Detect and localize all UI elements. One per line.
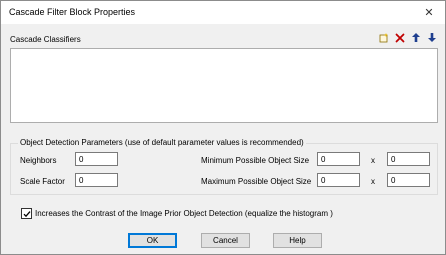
min-times-sign: x (371, 156, 375, 165)
classifiers-toolbar (379, 32, 437, 43)
detection-parameters-group: Object Detection Parameters (use of defa… (10, 138, 438, 195)
neighbors-field[interactable] (75, 152, 118, 166)
close-icon: ✕ (424, 7, 434, 19)
max-times-sign: x (371, 177, 375, 186)
max-height-field[interactable] (387, 173, 430, 187)
ok-button[interactable]: OK (128, 233, 177, 248)
max-width-field[interactable] (317, 173, 360, 187)
title-bar: Cascade Filter Block Properties ✕ (1, 1, 445, 24)
help-button[interactable]: Help (273, 233, 322, 248)
min-width-field[interactable] (317, 152, 360, 166)
checkmark-icon (23, 210, 30, 217)
scale-factor-field[interactable] (75, 173, 118, 187)
close-button[interactable]: ✕ (413, 1, 445, 24)
properties-dialog: Cascade Filter Block Properties ✕ Cascad… (0, 0, 446, 255)
cascade-classifiers-label: Cascade Classifiers (10, 35, 81, 44)
delete-icon[interactable] (395, 32, 405, 43)
move-up-icon[interactable] (411, 32, 421, 43)
equalize-histogram-checkbox[interactable] (21, 208, 32, 219)
classifiers-list[interactable] (10, 48, 438, 123)
min-height-field[interactable] (387, 152, 430, 166)
max-size-label: Maximum Possible Object Size (201, 177, 312, 186)
scale-factor-label: Scale Factor (20, 177, 65, 186)
move-down-icon[interactable] (427, 32, 437, 43)
equalize-histogram-label: Increases the Contrast of the Image Prio… (35, 209, 333, 218)
min-size-label: Minimum Possible Object Size (201, 156, 310, 165)
window-title: Cascade Filter Block Properties (9, 7, 136, 17)
cancel-button[interactable]: Cancel (201, 233, 250, 248)
detection-parameters-title: Object Detection Parameters (use of defa… (18, 138, 306, 147)
new-item-icon[interactable] (379, 32, 389, 43)
neighbors-label: Neighbors (20, 156, 57, 165)
equalize-histogram-option[interactable]: Increases the Contrast of the Image Prio… (21, 208, 333, 219)
